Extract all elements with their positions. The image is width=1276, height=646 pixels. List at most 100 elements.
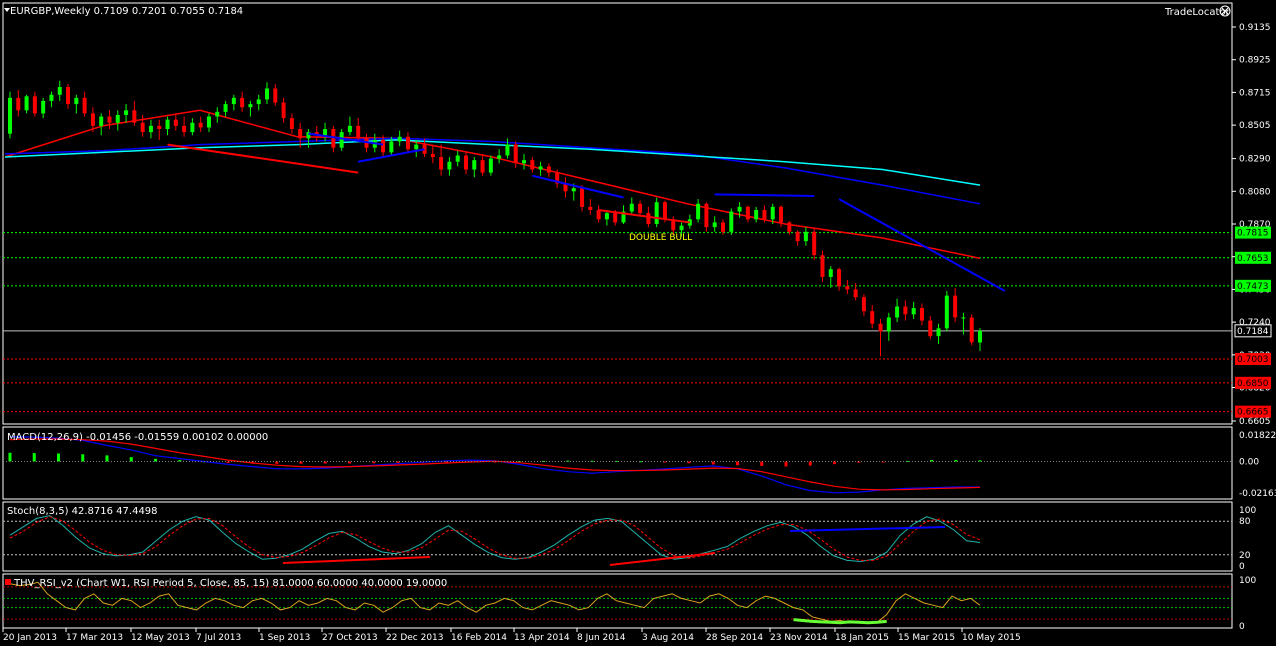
rsi-marker-icon bbox=[5, 579, 11, 585]
candle-body bbox=[679, 225, 684, 231]
candle-body bbox=[953, 295, 958, 318]
candle-body bbox=[646, 213, 651, 224]
candle-body bbox=[513, 144, 518, 164]
header-title: EURGBP,Weekly 0.7109 0.7201 0.7055 0.718… bbox=[10, 6, 243, 17]
candle-body bbox=[861, 297, 866, 312]
candle-body bbox=[936, 328, 941, 337]
candle-body bbox=[662, 202, 667, 220]
candle-body bbox=[198, 122, 203, 128]
stoch-y-tick: 100 bbox=[1239, 506, 1256, 516]
trendline bbox=[838, 198, 1006, 292]
candle-body bbox=[779, 206, 784, 223]
trendline bbox=[598, 208, 690, 224]
candle-body bbox=[729, 211, 734, 232]
candle-body bbox=[90, 113, 95, 126]
macd-line-macd bbox=[9, 436, 980, 494]
candle-body bbox=[41, 100, 46, 114]
candle-body bbox=[8, 97, 12, 134]
candle-body bbox=[837, 269, 842, 287]
candle-body bbox=[795, 231, 800, 242]
x-tick-label: 10 May 2015 bbox=[962, 633, 1021, 643]
candle-body bbox=[472, 160, 477, 170]
stoch-y-tick: 0 bbox=[1239, 562, 1245, 572]
candle-body bbox=[720, 222, 725, 232]
candle-body bbox=[638, 203, 643, 214]
x-tick-label: 1 Sep 2013 bbox=[259, 633, 310, 643]
candle-body bbox=[546, 166, 551, 173]
stoch-title: Stoch(8,3,5) 42.8716 47.4498 bbox=[7, 506, 158, 517]
candle-body bbox=[944, 295, 949, 329]
candle-body bbox=[273, 88, 278, 103]
x-tick-label: 15 Mar 2015 bbox=[898, 633, 955, 643]
candle-body bbox=[969, 317, 974, 343]
candle-body bbox=[182, 125, 187, 133]
candle-body bbox=[696, 203, 701, 220]
candle-body bbox=[430, 153, 435, 158]
candle-body bbox=[240, 97, 245, 108]
stoch-trendline bbox=[282, 556, 431, 564]
candle-body bbox=[356, 125, 361, 139]
stoch-y-tick: 80 bbox=[1239, 517, 1251, 527]
level-red-label: 0.6850 bbox=[1237, 379, 1269, 389]
candle-body bbox=[148, 125, 153, 133]
macd-histogram-bar bbox=[736, 461, 739, 466]
candle-body bbox=[654, 202, 659, 224]
stoch-y-tick: 20 bbox=[1239, 551, 1251, 561]
candle-body bbox=[961, 317, 966, 319]
x-tick-label: 3 Aug 2014 bbox=[642, 633, 694, 643]
candle-body bbox=[488, 158, 493, 173]
trendline bbox=[167, 143, 359, 174]
candle-body bbox=[389, 141, 394, 153]
candle-body bbox=[115, 114, 120, 123]
candle-body bbox=[480, 160, 485, 173]
candle-body bbox=[886, 317, 891, 332]
y-tick-label: 0.9135 bbox=[1239, 23, 1271, 33]
x-tick-label: 8 Jun 2014 bbox=[577, 633, 626, 643]
candle-body bbox=[256, 99, 261, 105]
rsi-y-tick: 100 bbox=[1239, 576, 1256, 586]
level-green-label: 0.7815 bbox=[1237, 229, 1269, 239]
x-tick-label: 20 Jan 2013 bbox=[3, 633, 57, 643]
candle-body bbox=[124, 110, 129, 115]
trendline bbox=[532, 174, 624, 199]
x-tick-label: 28 Sep 2014 bbox=[706, 633, 763, 643]
candle-body bbox=[505, 144, 510, 156]
x-tick-label: 23 Nov 2014 bbox=[770, 633, 828, 643]
candle-body bbox=[405, 136, 410, 150]
price-panel: 0.9135 0.8925 0.8715 0.8505 0.8290 0.8080 0.78… bbox=[3, 23, 1272, 427]
x-tick-label: 17 Mar 2013 bbox=[66, 633, 123, 643]
candle-body bbox=[762, 209, 767, 220]
candle-body bbox=[455, 155, 460, 162]
candle-body bbox=[588, 206, 593, 210]
macd-histogram-bar bbox=[784, 461, 788, 467]
level-green-label: 0.7473 bbox=[1237, 282, 1269, 292]
candle-body bbox=[347, 125, 352, 133]
candle-body bbox=[903, 306, 908, 315]
candle-body bbox=[24, 96, 29, 111]
candle-body bbox=[165, 119, 170, 130]
trendline bbox=[714, 193, 815, 197]
macd-histogram-bar bbox=[129, 457, 133, 462]
candle-body bbox=[845, 286, 850, 290]
candle-body bbox=[803, 231, 808, 242]
candle-body bbox=[132, 110, 137, 123]
candle-body bbox=[978, 330, 982, 343]
candle-body bbox=[339, 132, 344, 148]
candle-body bbox=[497, 155, 502, 159]
candle-body bbox=[281, 102, 286, 119]
macd-histogram-bar bbox=[8, 452, 12, 462]
x-tick-label: 12 May 2013 bbox=[131, 633, 190, 643]
candle-body bbox=[704, 203, 709, 228]
macd-histogram-bar bbox=[760, 461, 764, 466]
double-bull-annotation: DOUBLE BULL bbox=[629, 233, 692, 243]
chart-svg: 0.9135 0.8925 0.8715 0.8505 0.8290 0.8080 0.78… bbox=[2, 2, 1276, 643]
candle-body bbox=[289, 118, 294, 130]
candle-body bbox=[66, 86, 71, 105]
x-tick-label: 18 Jan 2015 bbox=[835, 633, 889, 643]
macd-y-tick: -0.02163 bbox=[1239, 489, 1276, 499]
candle-body bbox=[173, 119, 178, 126]
candle-body bbox=[82, 97, 87, 114]
macd-histogram-bar bbox=[808, 461, 812, 466]
stoch-line-signal bbox=[9, 516, 981, 561]
candle-body bbox=[895, 306, 900, 318]
